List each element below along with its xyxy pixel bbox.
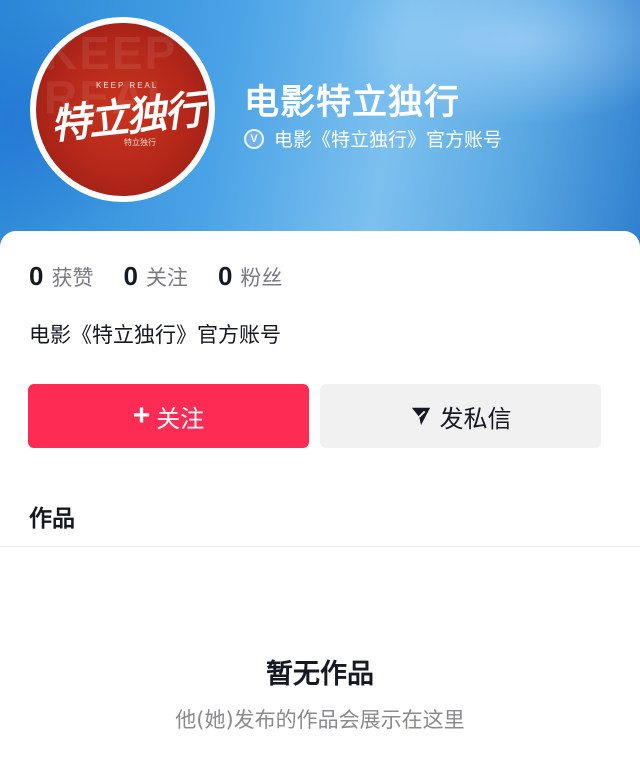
- stat-followers[interactable]: 0 粉丝: [218, 261, 282, 292]
- verification-row: V 电影《特立独行》官方账号: [244, 125, 502, 152]
- tab-divider: [0, 546, 640, 547]
- tab-works[interactable]: 作品: [29, 499, 75, 533]
- stat-following-label: 关注: [145, 266, 188, 290]
- stat-followers-count: 0: [217, 261, 233, 291]
- follow-button[interactable]: + 关注: [28, 384, 309, 448]
- avatar-image: KEEP REAL KEEP REAL 特立独行 特立独行: [36, 23, 209, 196]
- profile-bio: 电影《特立独行》官方账号: [29, 323, 281, 347]
- verified-text: 电影《特立独行》官方账号: [274, 129, 503, 151]
- message-button-label: 发私信: [439, 404, 512, 433]
- stat-likes-label: 获赞: [51, 266, 94, 290]
- stat-likes-count: 0: [29, 261, 44, 291]
- follow-button-label: 关注: [156, 404, 205, 433]
- send-icon: [411, 407, 430, 426]
- stat-followers-label: 粉丝: [240, 266, 283, 290]
- avatar[interactable]: KEEP REAL KEEP REAL 特立独行 特立独行: [30, 17, 215, 202]
- message-button[interactable]: 发私信: [320, 384, 601, 448]
- stat-likes[interactable]: 0 获赞: [29, 261, 93, 292]
- stats-row: 0 获赞 0 关注 0 粉丝: [29, 261, 312, 292]
- empty-state-description: 他(她)发布的作品会展示在这里: [175, 708, 465, 732]
- profile-name: 电影特立独行: [244, 83, 461, 123]
- plus-icon: +: [132, 399, 151, 432]
- stat-following-count: 0: [123, 261, 138, 291]
- profile-sheet: 0 获赞 0 关注 0 粉丝 电影《特立独行》官方账号 + 关注 发私信 作品 …: [0, 231, 640, 769]
- empty-state-title: 暂无作品: [266, 659, 374, 690]
- verified-badge-icon: V: [244, 128, 264, 149]
- stat-following[interactable]: 0 关注: [123, 261, 187, 292]
- avatar-sub-text: 特立独行: [124, 138, 156, 147]
